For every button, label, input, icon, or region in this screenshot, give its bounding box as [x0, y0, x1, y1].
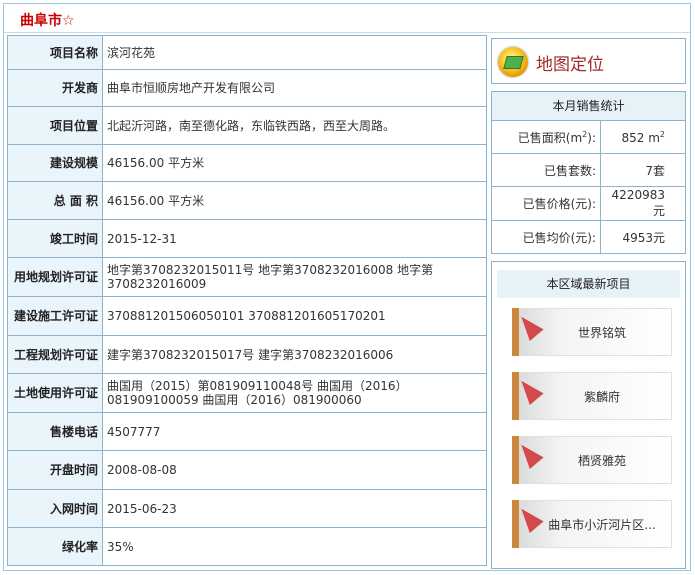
detail-label: 总 面 积 [7, 181, 103, 220]
detail-value: 滨河花苑 [102, 35, 487, 70]
sales-row-avg: 已售均价(元): 4953元 [492, 220, 685, 253]
detail-value: 46156.00 平方米 [102, 144, 487, 182]
map-location-label: 地图定位 [536, 55, 604, 75]
recent-project-link[interactable]: 世界铭筑 [512, 308, 672, 356]
detail-row-engineering-permit: 工程规划许可证 建字第3708232015017号 建字第37082320160… [7, 335, 487, 374]
monthly-sales-panel: 本月销售统计 已售面积(m2): 852 m2 已售套数: 7套 已售价格(元)… [491, 91, 686, 254]
detail-label: 项目位置 [7, 106, 103, 145]
detail-value: 建字第3708232015017号 建字第3708232016006 [102, 335, 487, 374]
detail-value: 46156.00 平方米 [102, 181, 487, 220]
recent-project-name: 曲阜市小沂河片区... [548, 518, 656, 532]
detail-value: 2008-08-08 [102, 450, 487, 490]
sales-table: 已售面积(m2): 852 m2 已售套数: 7套 已售价格(元): 42209… [492, 121, 685, 253]
map-location-button[interactable]: 地图定位 [491, 38, 686, 84]
detail-label: 开发商 [7, 69, 103, 107]
detail-value: 北起沂河路，南至德化路，东临铁西路，西至大周路。 [102, 106, 487, 145]
recent-project-name: 栖贤雅苑 [577, 454, 626, 468]
detail-label: 用地规划许可证 [7, 257, 103, 297]
detail-value: 地字第3708232015011号 地字第3708232016008 地字第37… [102, 257, 487, 297]
detail-label: 工程规划许可证 [7, 335, 103, 374]
sold-units-value: 7套 [600, 153, 685, 187]
sales-row-area: 已售面积(m2): 852 m2 [492, 121, 685, 154]
detail-row-opening: 开盘时间 2008-08-08 [7, 450, 487, 490]
avg-price-value: 4953元 [600, 220, 685, 253]
sold-area-label: 已售面积(m2): [492, 121, 601, 154]
page-title: 曲阜市☆ [20, 13, 75, 29]
detail-label: 售楼电话 [7, 412, 103, 451]
detail-label: 绿化率 [7, 527, 103, 566]
detail-value: 4507777 [102, 412, 487, 451]
recent-projects-panel: 本区域最新项目 世界铭筑 紫麟府 栖贤雅苑 曲阜市小沂河片区... [491, 261, 686, 569]
sold-units-label: 已售套数: [492, 153, 601, 187]
detail-row-developer: 开发商 曲阜市恒顺房地产开发有限公司 [7, 69, 487, 107]
sold-price-value: 4220983元 [600, 186, 685, 221]
thumbnail-stripe [512, 372, 519, 420]
detail-value: 370881201506050101 370881201605170201 [102, 296, 487, 336]
recent-projects-title: 本区域最新项目 [497, 270, 680, 298]
detail-row-total-area: 总 面 积 46156.00 平方米 [7, 181, 487, 220]
project-details-table: 项目名称 滨河花苑 开发商 曲阜市恒顺房地产开发有限公司 项目位置 北起沂河路，… [7, 35, 487, 566]
detail-row-scale: 建设规模 46156.00 平方米 [7, 144, 487, 182]
detail-value: 曲国用（2015）第081909110048号 曲国用（2016）0819091… [102, 373, 487, 413]
sold-area-value: 852 m2 [621, 129, 665, 145]
recent-project-link[interactable]: 紫麟府 [512, 372, 672, 420]
detail-value: 2015-12-31 [102, 219, 487, 258]
sales-title: 本月销售统计 [492, 92, 685, 121]
detail-label: 入网时间 [7, 489, 103, 528]
detail-row-construction-permit: 建设施工许可证 370881201506050101 3708812016051… [7, 296, 487, 336]
detail-row-land-use-permit: 土地使用许可证 曲国用（2015）第081909110048号 曲国用（2016… [7, 373, 487, 413]
thumbnail-stripe [512, 436, 519, 484]
recent-project-name: 紫麟府 [583, 390, 620, 404]
recent-project-link[interactable]: 曲阜市小沂河片区... [512, 500, 672, 548]
detail-value: 2015-06-23 [102, 489, 487, 528]
detail-row-listing: 入网时间 2015-06-23 [7, 489, 487, 528]
detail-value: 35% [102, 527, 487, 566]
detail-label: 建设施工许可证 [7, 296, 103, 336]
detail-row-phone: 售楼电话 4507777 [7, 412, 487, 451]
detail-value: 曲阜市恒顺房地产开发有限公司 [102, 69, 487, 107]
detail-row-completion: 竣工时间 2015-12-31 [7, 219, 487, 258]
detail-label: 建设规模 [7, 144, 103, 182]
detail-row-location: 项目位置 北起沂河路，南至德化路，东临铁西路，西至大周路。 [7, 106, 487, 145]
avg-price-label: 已售均价(元): [492, 220, 601, 253]
title-bar: 曲阜市☆ [4, 4, 690, 33]
recent-project-name: 世界铭筑 [577, 326, 626, 340]
detail-row-greening: 绿化率 35% [7, 527, 487, 566]
detail-label: 项目名称 [7, 35, 103, 70]
detail-label: 土地使用许可证 [7, 373, 103, 413]
detail-row-name: 项目名称 滨河花苑 [7, 35, 487, 70]
map-globe-icon [498, 47, 528, 77]
sold-price-label: 已售价格(元): [492, 186, 601, 221]
thumbnail-stripe [512, 308, 519, 356]
sales-row-units: 已售套数: 7套 [492, 153, 685, 187]
detail-label: 竣工时间 [7, 219, 103, 258]
sales-row-price: 已售价格(元): 4220983元 [492, 186, 685, 221]
recent-project-link[interactable]: 栖贤雅苑 [512, 436, 672, 484]
detail-label: 开盘时间 [7, 450, 103, 490]
thumbnail-stripe [512, 500, 519, 548]
detail-row-land-planning: 用地规划许可证 地字第3708232015011号 地字第37082320160… [7, 257, 487, 297]
